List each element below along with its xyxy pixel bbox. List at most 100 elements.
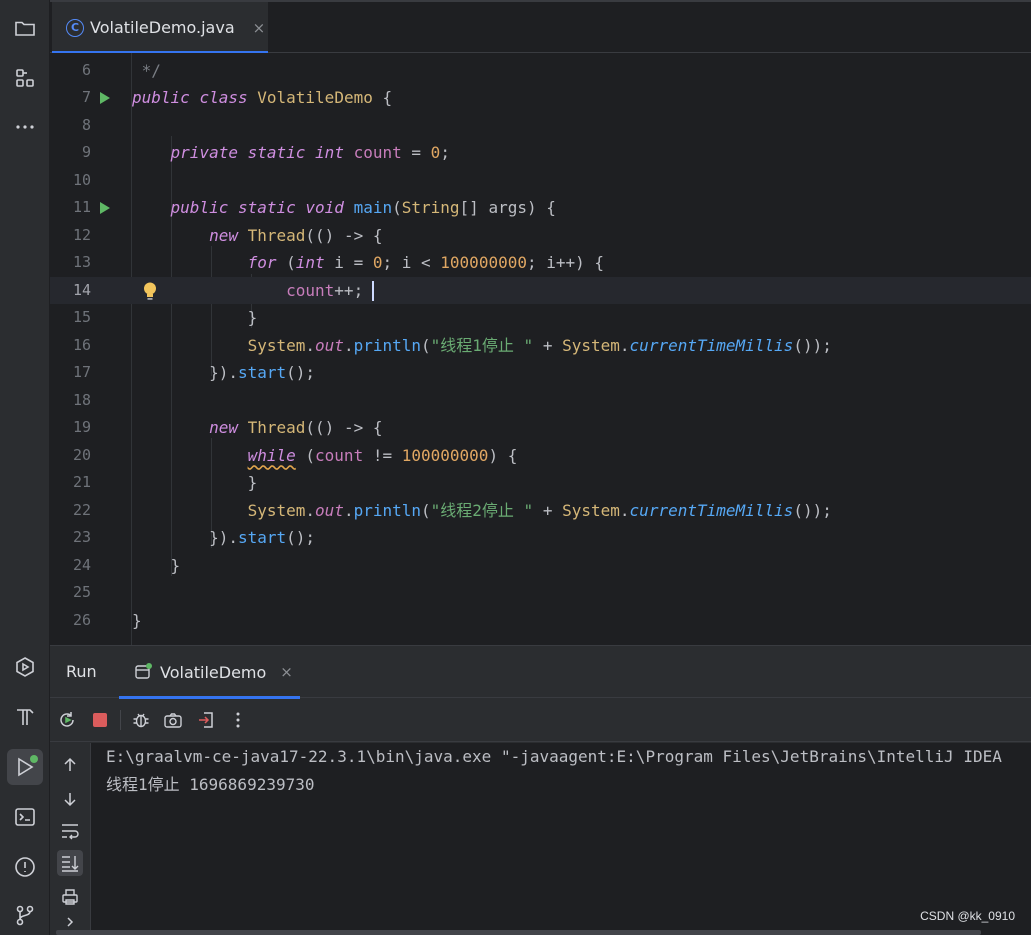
line-number: 11 [72,198,91,216]
close-run-tab-icon[interactable]: × [280,663,293,681]
run-toolbar [50,698,1031,742]
line-number: 25 [72,583,91,601]
code-line: 7 public class VolatileDemo { [50,84,1031,112]
toolbar-separator [120,710,121,730]
screenshot-camera-icon[interactable] [161,708,185,732]
line-number: 13 [72,253,91,271]
horizontal-scrollbar[interactable] [56,930,981,935]
line-number: 14 [72,280,91,299]
code-line: 20 while (count != 100000000) { [50,442,1031,470]
code-text: public class VolatileDemo { [132,88,393,107]
line-number: 7 [81,88,91,106]
more-icon[interactable] [7,109,43,145]
scroll-down-icon[interactable] [57,786,83,812]
code-line: 17 }).start(); [50,359,1031,387]
code-text: } [132,473,258,492]
run-config-icon [135,663,152,679]
code-text: count++; [286,280,364,300]
line-number: 10 [72,170,91,189]
code-text: }).start(); [132,528,316,547]
line-number: 26 [72,610,91,629]
scroll-to-end-icon[interactable] [57,850,83,876]
code-editor[interactable]: 6 */ 7 public class VolatileDemo { 8 9 p… [50,53,1031,645]
rerun-icon[interactable] [55,708,79,732]
git-branch-icon[interactable] [7,897,43,933]
exit-icon[interactable] [194,708,218,732]
project-folder-icon[interactable] [7,10,43,46]
line-number: 8 [81,115,91,134]
line-number: 17 [72,363,91,381]
line-number: 12 [72,225,91,244]
run-gutter-icon[interactable] [100,92,110,104]
code-line: 22 System.out.println("线程2停止 " + System.… [50,497,1031,525]
code-text: public static void main(String[] args) { [170,198,556,217]
scroll-up-icon[interactable] [57,752,83,778]
console-side-toolbar [50,743,91,935]
class-c-icon: C [66,18,84,37]
code-text: System.out.println("线程2停止 " + System.cur… [247,500,832,520]
code-line: 12 new Thread(() -> { [50,222,1031,250]
running-indicator [30,755,38,763]
line-number: 15 [72,308,91,326]
line-number: 9 [81,143,91,161]
run-panel-header: Run VolatileDemo × [50,646,1031,699]
code-line: 6 */ [50,57,1031,85]
code-line: 24 } [50,552,1031,580]
line-number: 22 [72,500,91,519]
code-text: System.out.println("线程1停止 " + System.cur… [247,335,832,355]
editor-tab-label: VolatileDemo.java [90,18,235,37]
code-text: } [132,610,142,630]
run-tab-volatiledemo[interactable]: VolatileDemo × [119,646,300,699]
line-number: 19 [72,418,91,436]
code-line: 9 private static int count = 0; [50,139,1031,167]
problems-icon[interactable] [7,849,43,885]
line-number: 24 [72,555,91,574]
code-line: 18 [50,387,1031,415]
build-hammer-icon[interactable] [7,699,43,735]
watermark: CSDN @kk_0910 [920,909,1015,923]
code-line: 10 [50,167,1031,195]
code-line: 25 [50,579,1031,607]
run-gutter-icon[interactable] [100,202,110,214]
code-text: while (count != 100000000) { [247,445,518,465]
run-tool-icon[interactable] [7,749,43,785]
code-text: for (int i = 0; i < 100000000; i++) { [247,253,605,272]
code-line: 15 } [50,304,1031,332]
line-number: 6 [81,60,91,79]
code-line: 19 new Thread(() -> { [50,414,1031,442]
editor-tab-volatiledemo[interactable]: C VolatileDemo.java × [52,2,268,54]
code-text: */ [132,60,161,80]
code-line: 21 } [50,469,1031,497]
structure-icon[interactable] [7,60,43,96]
code-text: new Thread(() -> { [209,225,383,245]
text-caret [372,280,374,301]
console-line: E:\graalvm-ce-java17-22.3.1\bin\java.exe… [106,747,1002,766]
code-line: 11 public static void main(String[] args… [50,194,1031,222]
soft-wrap-icon[interactable] [57,818,83,844]
debug-bug-icon[interactable] [129,708,153,732]
code-line: 8 [50,112,1031,140]
code-text: } [132,308,258,327]
line-number: 20 [72,445,91,464]
code-text: }).start(); [132,363,316,382]
line-number: 23 [72,528,91,546]
terminal-icon[interactable] [7,799,43,835]
line-number: 18 [72,390,91,409]
print-icon[interactable] [57,884,83,910]
run-tab-label: VolatileDemo [160,662,267,682]
console-output[interactable]: E:\graalvm-ce-java17-22.3.1\bin\java.exe… [91,743,1031,935]
code-line: 23 }).start(); [50,524,1031,552]
code-text: private static int count = 0; [170,143,450,162]
console-line: 线程1停止 1696869239730 [106,775,315,794]
left-toolbar [0,0,50,935]
services-icon[interactable] [7,649,43,685]
code-line: 13 for (int i = 0; i < 100000000; i++) { [50,249,1031,277]
more-options-icon[interactable] [226,708,250,732]
code-text: new Thread(() -> { [209,418,383,437]
code-line: 16 System.out.println("线程1停止 " + System.… [50,332,1031,360]
line-number: 21 [72,473,91,491]
close-tab-icon[interactable]: × [253,19,266,37]
code-text: } [132,555,181,575]
stop-icon[interactable] [88,708,112,732]
code-line-current: 14 count++; [50,276,1031,304]
